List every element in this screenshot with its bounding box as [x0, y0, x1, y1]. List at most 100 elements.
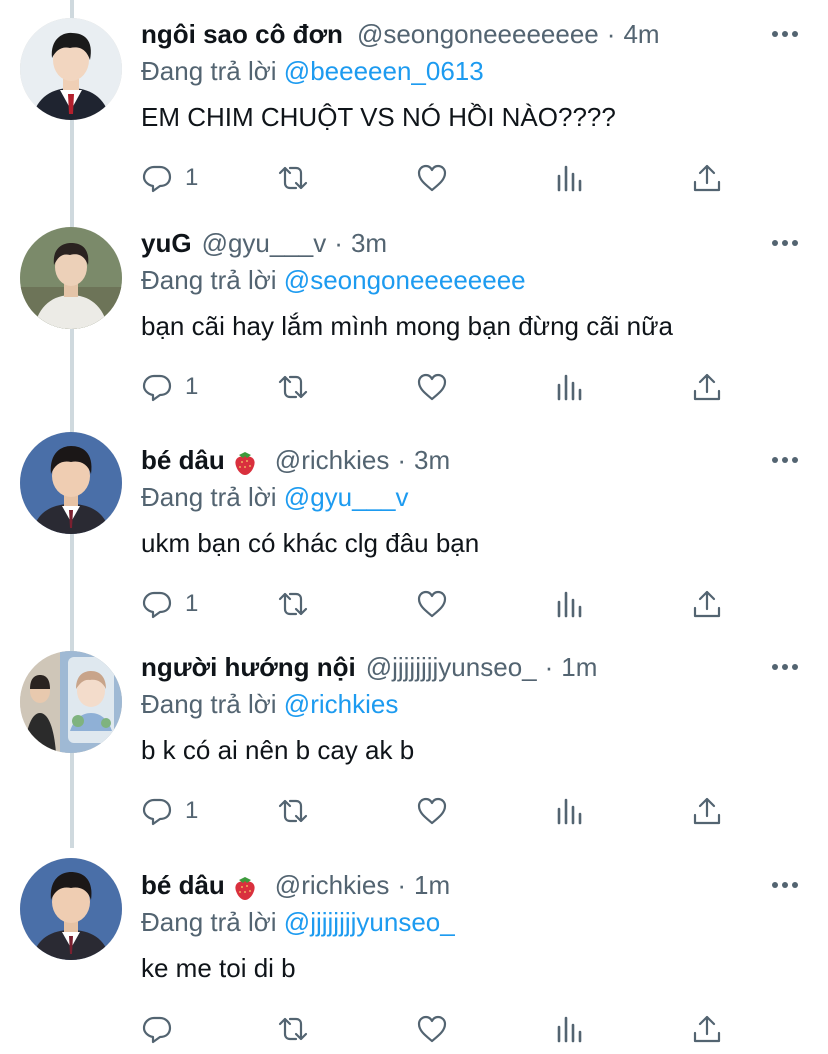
- avatar-photo: [20, 651, 122, 753]
- reply-count: 1: [185, 590, 199, 617]
- tweet-actions: 1: [141, 793, 741, 829]
- views-button[interactable]: [554, 369, 586, 405]
- like-icon: [417, 373, 447, 401]
- display-name[interactable]: người hướng nội: [141, 651, 356, 683]
- replying-to: Đang trả lời @beeeeen_0613: [141, 55, 484, 87]
- replying-to: Đang trả lời @seongoneeeeeeee: [141, 264, 526, 296]
- replying-to-handle[interactable]: @gyu___v: [284, 482, 409, 512]
- like-button[interactable]: [416, 586, 448, 622]
- retweet-icon: [278, 1017, 308, 1041]
- reply-icon: [142, 798, 172, 826]
- reply-button[interactable]: 1: [141, 793, 198, 829]
- retweet-button[interactable]: [277, 586, 309, 622]
- tweet-header: bé dâu @richkies · 1m: [141, 869, 450, 901]
- avatar[interactable]: [20, 227, 122, 329]
- replying-to-handle[interactable]: @beeeeen_0613: [284, 56, 484, 86]
- replying-to-handle[interactable]: @richkies: [284, 689, 399, 719]
- share-button[interactable]: [691, 793, 723, 829]
- retweet-button[interactable]: [277, 1011, 309, 1047]
- like-button[interactable]: [416, 160, 448, 196]
- tweet-text: ukm bạn có khác clg đâu bạn: [141, 528, 480, 558]
- timestamp[interactable]: 1m: [561, 651, 597, 683]
- replying-to-label: Đang trả lời: [141, 907, 277, 937]
- tweet-text: EM CHIM CHUỘT VS NÓ HỒI NÀO????: [141, 102, 616, 132]
- retweet-icon: [278, 592, 308, 616]
- replying-to-label: Đang trả lời: [141, 689, 277, 719]
- avatar[interactable]: [20, 858, 122, 960]
- display-name[interactable]: bé dâu: [141, 869, 225, 901]
- reply-button[interactable]: [141, 1011, 185, 1047]
- replying-to: Đang trả lời @gyu___v: [141, 481, 409, 513]
- share-icon: [693, 1015, 721, 1043]
- like-button[interactable]: [416, 369, 448, 405]
- share-button[interactable]: [691, 369, 723, 405]
- retweet-icon: [278, 166, 308, 190]
- tweet-actions: 1: [141, 586, 741, 622]
- avatar[interactable]: [20, 432, 122, 534]
- display-name[interactable]: ngôi sao cô đơn: [141, 18, 343, 50]
- strawberry-icon: [235, 877, 255, 900]
- user-handle[interactable]: @richkies: [275, 869, 390, 901]
- retweet-button[interactable]: [277, 793, 309, 829]
- display-name[interactable]: bé dâu: [141, 444, 225, 476]
- like-icon: [417, 1015, 447, 1043]
- user-handle[interactable]: @richkies: [275, 444, 390, 476]
- timestamp[interactable]: 4m: [623, 18, 659, 50]
- separator-dot: ·: [397, 445, 406, 475]
- timestamp[interactable]: 3m: [414, 444, 450, 476]
- retweet-button[interactable]: [277, 369, 309, 405]
- views-button[interactable]: [554, 793, 586, 829]
- like-icon: [417, 797, 447, 825]
- tweet-header: người hướng nội @jjjjjjjjyunseo_ · 1m: [141, 651, 597, 683]
- views-button[interactable]: [554, 586, 586, 622]
- display-name[interactable]: yuG: [141, 227, 192, 259]
- tweet-actions: [141, 1011, 741, 1047]
- like-button[interactable]: [416, 1011, 448, 1047]
- separator-dot: ·: [334, 228, 343, 258]
- share-icon: [693, 797, 721, 825]
- more-icon[interactable]: [772, 875, 798, 895]
- avatar[interactable]: [20, 18, 122, 120]
- more-icon[interactable]: [772, 657, 798, 677]
- views-icon: [557, 374, 582, 401]
- user-handle[interactable]: @seongoneeeeeeee: [357, 18, 599, 50]
- share-button[interactable]: [691, 586, 723, 622]
- timestamp[interactable]: 1m: [414, 869, 450, 901]
- tweet-header: bé dâu @richkies · 3m: [141, 444, 450, 476]
- avatar-photo: [20, 227, 122, 329]
- replying-to-handle[interactable]: @jjjjjjjjyunseo_: [284, 907, 455, 937]
- tweet-actions: 1: [141, 160, 741, 196]
- user-handle[interactable]: @gyu___v: [202, 227, 327, 259]
- separator-dot: ·: [397, 870, 406, 900]
- reply-count: 1: [185, 373, 199, 400]
- views-button[interactable]: [554, 1011, 586, 1047]
- reply-button[interactable]: 1: [141, 369, 198, 405]
- share-button[interactable]: [691, 160, 723, 196]
- replying-to: Đang trả lời @jjjjjjjjyunseo_: [141, 906, 455, 938]
- user-handle[interactable]: @jjjjjjjjyunseo_: [366, 651, 537, 683]
- reply-count: 1: [185, 797, 199, 824]
- avatar-photo: [20, 18, 122, 120]
- tweet-header: ngôi sao cô đơn @seongoneeeeeeee · 4m: [141, 18, 660, 50]
- tweet-text: ke me toi di b: [141, 953, 296, 983]
- avatar-photo: [20, 432, 122, 534]
- share-button[interactable]: [691, 1011, 723, 1047]
- avatar[interactable]: [20, 651, 122, 753]
- reply-button[interactable]: 1: [141, 160, 198, 196]
- tweet-actions: 1: [141, 369, 741, 405]
- reply-button[interactable]: 1: [141, 586, 198, 622]
- more-icon[interactable]: [772, 450, 798, 470]
- retweet-button[interactable]: [277, 160, 309, 196]
- tweet-text: b k có ai nên b cay ak b: [141, 735, 415, 765]
- like-button[interactable]: [416, 793, 448, 829]
- retweet-icon: [278, 375, 308, 399]
- strawberry-icon: [235, 452, 255, 475]
- replying-to: Đang trả lời @richkies: [141, 688, 398, 720]
- more-icon[interactable]: [772, 233, 798, 253]
- views-button[interactable]: [554, 160, 586, 196]
- like-icon: [417, 164, 447, 192]
- more-icon[interactable]: [772, 24, 798, 44]
- replying-to-handle[interactable]: @seongoneeeeeeee: [284, 265, 526, 295]
- views-icon: [557, 1016, 582, 1043]
- timestamp[interactable]: 3m: [351, 227, 387, 259]
